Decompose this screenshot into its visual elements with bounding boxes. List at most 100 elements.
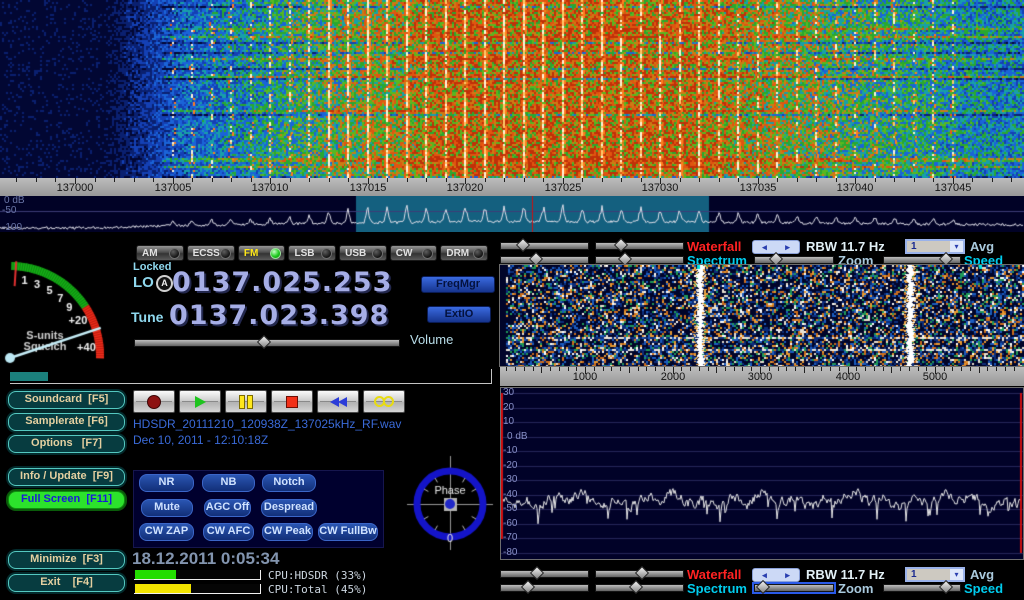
waterfall-brightness-slider-bottom[interactable] xyxy=(500,570,589,578)
scroll-left-icon[interactable]: ◂ xyxy=(762,242,767,253)
waterfall-contrast-slider-bottom[interactable] xyxy=(595,570,684,578)
slider-thumb[interactable] xyxy=(629,580,643,594)
slider-thumb[interactable] xyxy=(939,580,953,594)
speed-slider-top[interactable] xyxy=(883,256,961,264)
agc-lock-badge[interactable]: A xyxy=(156,275,173,292)
slider-thumb[interactable] xyxy=(521,580,535,594)
af-scale-tick xyxy=(725,367,726,371)
dsp-cw-zap-button[interactable]: CW ZAP xyxy=(139,523,194,541)
af-scale-tick xyxy=(550,367,551,371)
af-scale-tick xyxy=(970,367,971,371)
sidebar-item-soundcard[interactable]: Soundcard [F5] xyxy=(8,391,125,409)
dsp-notch-button[interactable]: Notch xyxy=(262,474,316,492)
mode-lsb-button[interactable]: LSB xyxy=(288,245,336,261)
dsp-nr-button[interactable]: NR xyxy=(139,474,194,492)
lo-frequency-display[interactable]: 0137.025.253 xyxy=(172,269,392,297)
play-icon xyxy=(195,396,206,408)
mode-cw-button[interactable]: CW xyxy=(390,245,438,261)
rf-scale-tick xyxy=(504,178,505,182)
waterfall-scroll-bottom[interactable]: ◂▸ xyxy=(752,568,800,582)
loop-button[interactable] xyxy=(363,390,405,413)
dsp-cw-peak-button[interactable]: CW Peak xyxy=(262,523,313,541)
mode-usb-button[interactable]: USB xyxy=(339,245,387,261)
spectrum-brightness-slider-bottom[interactable] xyxy=(500,584,589,592)
rf-waterfall-display[interactable] xyxy=(0,0,1024,178)
rewind-button[interactable] xyxy=(317,390,359,413)
play-button[interactable] xyxy=(179,390,221,413)
groupbox-line-right xyxy=(491,369,492,384)
af-waterfall-display[interactable] xyxy=(500,265,1024,366)
af-scale-tick xyxy=(987,367,988,371)
dsp-cw-fullbw-button[interactable]: CW FullBw xyxy=(318,523,378,541)
rbw-readout: RBW 11.7 Hz xyxy=(806,568,885,581)
recording-timestamp: Dec 10, 2011 - 12:10:18Z xyxy=(133,433,268,447)
tune-frequency-display[interactable]: 0137.023.398 xyxy=(169,302,389,330)
rf-scale-tick xyxy=(16,178,17,182)
af-scale-label: 2000 xyxy=(646,371,700,383)
af-freq-scale[interactable]: 10002000300040005000 xyxy=(500,367,1024,386)
volume-slider-thumb[interactable] xyxy=(257,335,271,349)
sidebar-item-options[interactable]: Options [F7] xyxy=(8,435,125,453)
dsp-agc-off-button[interactable]: AGC Off xyxy=(204,499,251,517)
mode-label: AM xyxy=(142,248,158,259)
s-meter[interactable] xyxy=(0,240,130,376)
sidebar-item-minimize[interactable]: Minimize [F3] xyxy=(8,551,125,569)
spectrum-brightness-slider-top[interactable] xyxy=(500,256,589,264)
spectrum-contrast-slider-top[interactable] xyxy=(595,256,684,264)
af-db-label: -10 xyxy=(503,446,517,456)
sidebar-item-exit[interactable]: Exit [F4] xyxy=(8,574,125,592)
record-button[interactable] xyxy=(133,390,175,413)
cpu-hdsdr-bar-fill xyxy=(135,570,176,579)
stop-button[interactable] xyxy=(271,390,313,413)
mode-am-led-icon xyxy=(169,248,180,259)
dsp-mute-button[interactable]: Mute xyxy=(141,499,193,517)
slider-thumb[interactable] xyxy=(530,566,544,580)
slider-thumb[interactable] xyxy=(516,238,530,252)
af-spectrum-display[interactable] xyxy=(501,388,1023,559)
speed-slider-bottom[interactable] xyxy=(883,584,961,592)
dsp-nb-button[interactable]: NB xyxy=(202,474,255,492)
waterfall-contrast-slider-top[interactable] xyxy=(595,242,684,250)
af-scale-tick xyxy=(795,367,796,371)
sidebar-item-samplerate[interactable]: Samplerate [F6] xyxy=(8,413,125,431)
rf-scale-tick xyxy=(992,178,993,182)
mode-fm-button[interactable]: FM xyxy=(238,245,286,261)
mode-label: FM xyxy=(244,248,258,259)
mode-drm-button[interactable]: DRM xyxy=(440,245,488,261)
rf-spectrum-display[interactable] xyxy=(0,196,1024,232)
af-scale-tick xyxy=(638,367,639,371)
slider-thumb[interactable] xyxy=(756,580,770,594)
volume-slider[interactable] xyxy=(134,339,400,347)
mode-am-button[interactable]: AM xyxy=(136,245,184,261)
af-db-label: -20 xyxy=(503,461,517,471)
avg-select-top[interactable]: 1▾ xyxy=(905,239,965,254)
spectrum-contrast-slider-bottom[interactable] xyxy=(595,584,684,592)
af-db-label: -80 xyxy=(503,548,517,558)
slider-thumb[interactable] xyxy=(614,238,628,252)
af-scale-tick xyxy=(524,367,525,371)
zoom-label: Zoom xyxy=(838,582,873,595)
extio-button[interactable]: ExtIO xyxy=(427,306,491,323)
mode-ecss-button[interactable]: ECSS xyxy=(187,245,235,261)
zoom-slider-bottom[interactable] xyxy=(754,584,834,592)
dsp-despread-button[interactable]: Despread xyxy=(261,499,317,517)
scroll-right-icon[interactable]: ▸ xyxy=(785,242,790,253)
freqmgr-button[interactable]: FreqMgr xyxy=(421,276,495,293)
mode-label: LSB xyxy=(294,248,314,259)
rf-scale-tick xyxy=(212,178,213,182)
squelch-indicator[interactable] xyxy=(10,372,48,381)
zoom-slider-top[interactable] xyxy=(754,256,834,264)
rf-freq-scale[interactable]: 1370001370051370101370151370201370251370… xyxy=(0,178,1024,196)
af-scale-tick xyxy=(979,367,980,373)
slider-thumb[interactable] xyxy=(635,566,649,580)
sidebar-item-info-update[interactable]: Info / Update [F9] xyxy=(8,468,125,486)
af-scale-tick xyxy=(1014,367,1015,371)
dsp-cw-afc-button[interactable]: CW AFC xyxy=(203,523,254,541)
avg-select-bottom[interactable]: 1▾ xyxy=(905,567,965,582)
rf-scale-tick xyxy=(797,178,798,182)
scroll-right-icon[interactable]: ▸ xyxy=(785,570,790,581)
waterfall-brightness-slider-top[interactable] xyxy=(500,242,589,250)
sidebar-item-full-screen[interactable]: Full Screen [F11] xyxy=(8,491,125,509)
cpu-hdsdr-label: CPU:HDSDR (33%) xyxy=(268,570,367,581)
pause-button[interactable] xyxy=(225,390,267,413)
